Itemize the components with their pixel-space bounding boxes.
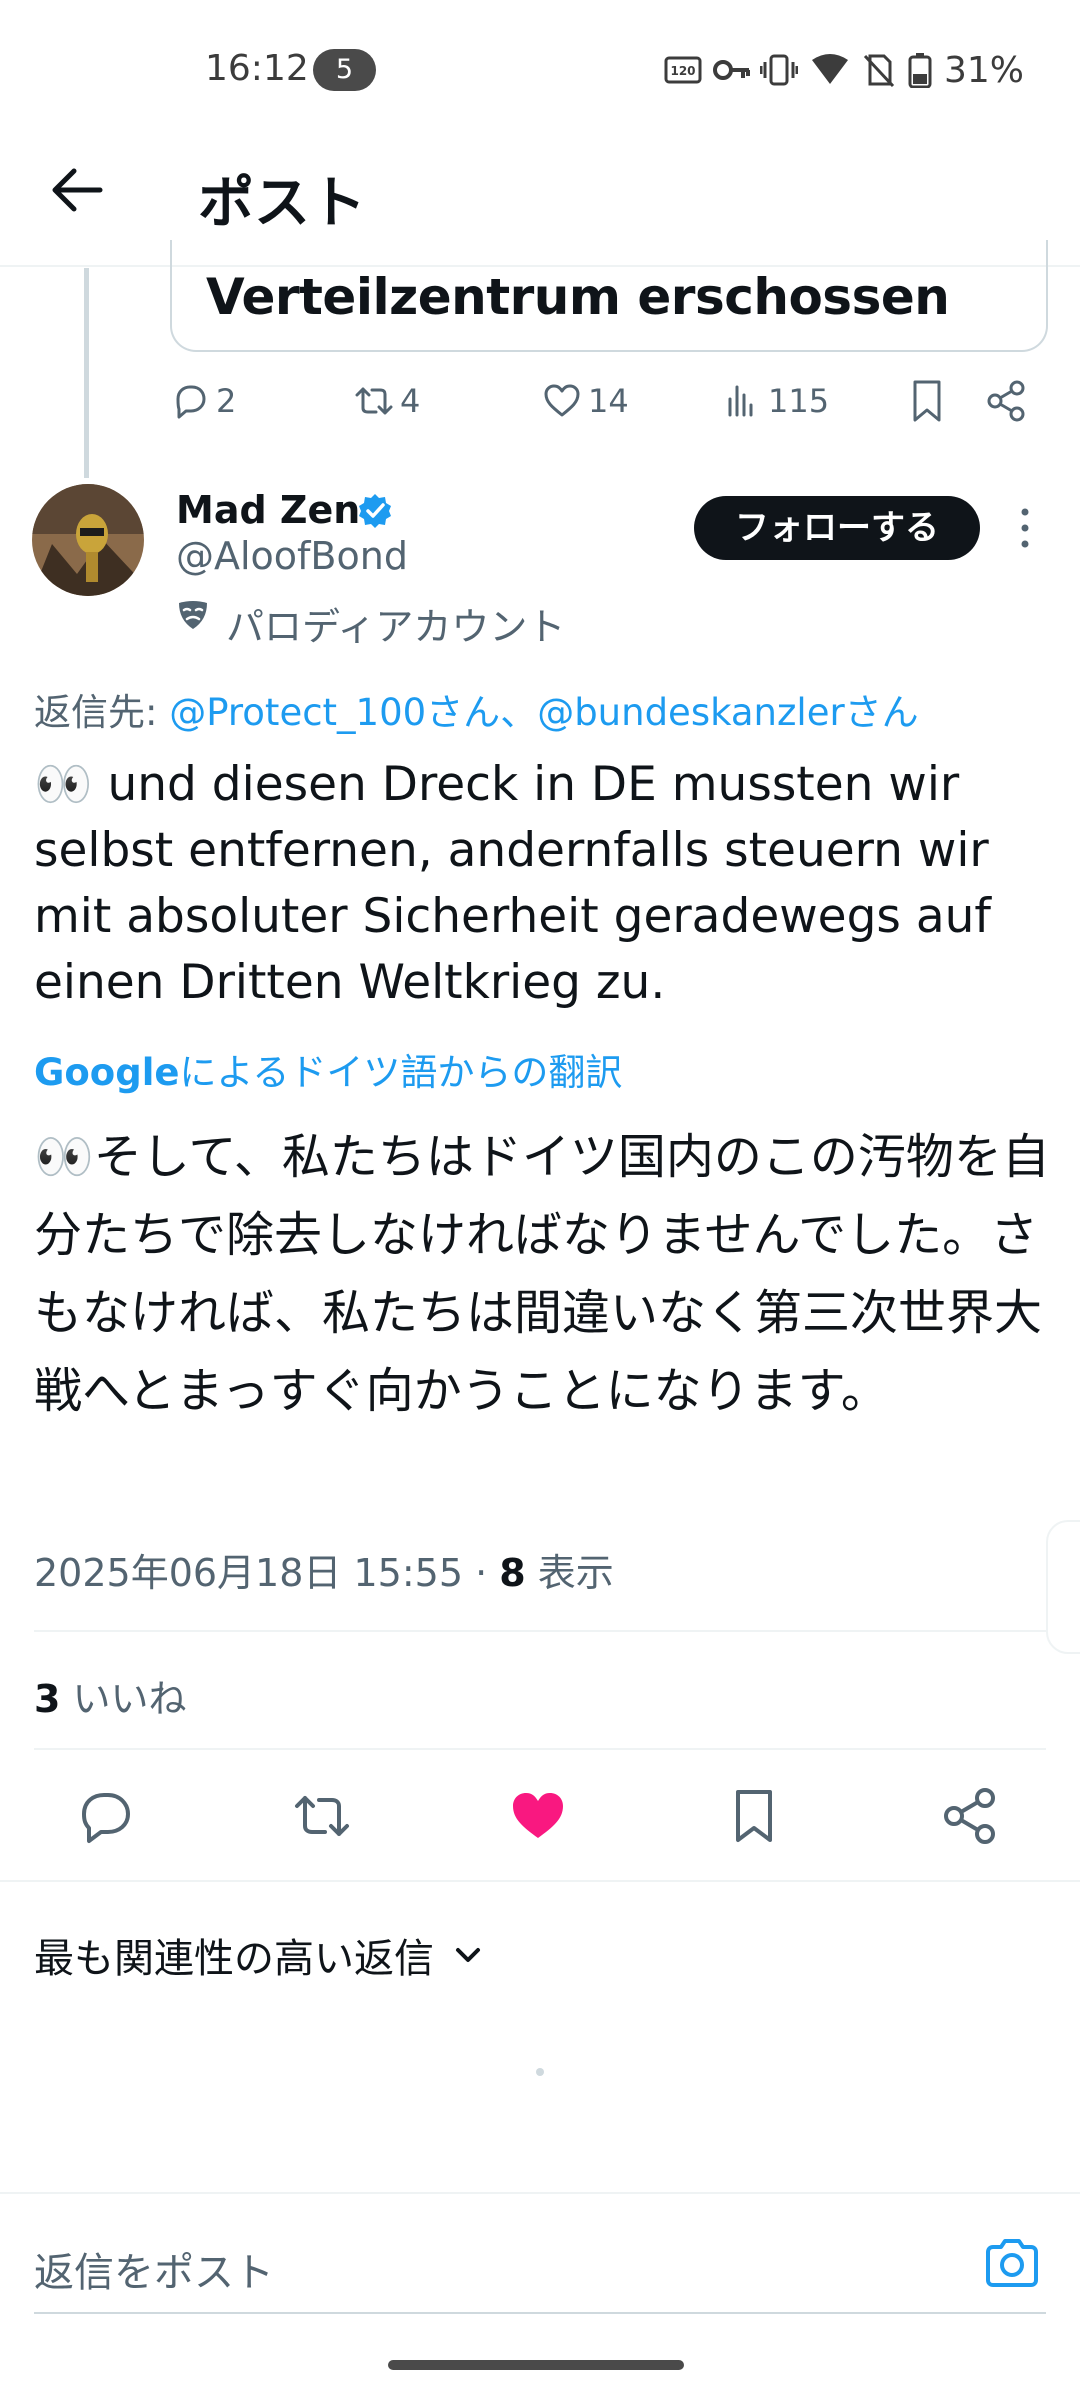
bookmark-button-icon[interactable]: [724, 1786, 784, 1846]
chevron-down-icon: [456, 1948, 480, 1962]
reply-input[interactable]: 返信をポスト: [34, 2240, 274, 2298]
replying-to-line: 返信先: @Protect_100さん、@bundeskanzlerさん: [34, 682, 919, 736]
previous-views-button[interactable]: 115: [722, 378, 829, 424]
battery-percent: 31%: [944, 50, 1025, 91]
status-time: 16:12: [205, 48, 309, 89]
tweet-text: 👀 und diesen Dreck in DE mussten wir sel…: [34, 757, 991, 1010]
likes-count: 3: [34, 1677, 61, 1721]
author-avatar[interactable]: [32, 484, 144, 596]
previous-share-icon[interactable]: [984, 378, 1028, 424]
follow-button[interactable]: フォローする: [694, 496, 980, 560]
thread-connector-line: [84, 268, 89, 478]
author-name[interactable]: Mad Zen: [176, 488, 360, 532]
likes-summary[interactable]: 3 いいね: [34, 1668, 187, 1723]
translation-attribution[interactable]: Googleによるドイツ語からの翻訳: [34, 1042, 622, 1096]
previous-reply-button[interactable]: 2: [170, 378, 236, 424]
replies-sort-dropdown[interactable]: 最も関連性の高い返信: [34, 1926, 486, 1984]
reply-input-underline: [34, 2312, 1046, 2314]
previous-views-count: 115: [768, 382, 830, 420]
previous-like-count: 14: [588, 382, 629, 420]
page-title: ポスト: [198, 171, 366, 236]
vibrate-icon: [760, 54, 798, 86]
google-logo-text: Google: [34, 1051, 180, 1094]
previous-reply-count: 2: [216, 382, 237, 420]
no-sim-icon: [863, 54, 895, 88]
liked-heart-icon[interactable]: [508, 1786, 568, 1846]
action-bar-divider: [0, 1880, 1080, 1882]
mention-link-protect[interactable]: @Protect_100さん: [169, 691, 500, 734]
parody-account-label: パロディアカウント: [226, 605, 566, 649]
svg-text:120: 120: [670, 64, 695, 78]
notification-count-badge: 5: [313, 49, 376, 91]
tweet-timestamp: 2025年06月18日 15:55 ·: [34, 1551, 500, 1595]
previous-like-button[interactable]: 14: [542, 378, 629, 424]
views-chart-icon: [728, 385, 753, 417]
verified-badge-icon[interactable]: [356, 492, 394, 530]
share-button-icon[interactable]: [940, 1786, 1000, 1846]
camera-icon[interactable]: [982, 2234, 1042, 2294]
battery-icon: [908, 53, 932, 88]
replying-to-prefix: 返信先:: [34, 691, 170, 734]
avatar-image: [32, 484, 144, 596]
likes-label: いいね: [60, 1677, 187, 1721]
translated-tweet-text: 👀そして、私たちはドイツ国内のこの汚物を自分たちで除去しなければなりませんでした…: [34, 1129, 1050, 1419]
views-count: 8: [499, 1551, 526, 1595]
previous-repost-button[interactable]: 4: [354, 378, 420, 424]
mention-link-bundeskanzler[interactable]: @bundeskanzlerさん: [537, 691, 919, 734]
stats-divider-bottom: [34, 1748, 1046, 1750]
reply-button-icon[interactable]: [76, 1786, 136, 1846]
replies-sort-label: 最も関連性の高い返信: [34, 1936, 434, 1982]
author-handle[interactable]: @AloofBond: [176, 534, 408, 578]
reply-icon: [176, 385, 206, 419]
more-options-icon[interactable]: [1010, 500, 1040, 556]
repost-icon: [355, 387, 393, 415]
tweet-timestamp-line: 2025年06月18日 15:55 · 8 表示: [34, 1542, 614, 1597]
parody-mask-icon: [179, 601, 207, 629]
back-arrow-icon[interactable]: [42, 155, 112, 225]
views-label: 表示: [525, 1551, 614, 1595]
vpn-key-icon: [713, 60, 750, 80]
stats-divider-top: [34, 1630, 1046, 1632]
mention-separator: 、: [500, 691, 538, 734]
previous-repost-count: 4: [400, 382, 421, 420]
loading-indicator: [536, 2068, 544, 2076]
previous-bookmark-icon[interactable]: [906, 378, 948, 424]
link-preview-headline: Verteilzentrum erschossen: [206, 268, 950, 326]
reply-bar-divider: [0, 2192, 1080, 2194]
wifi-icon: [812, 54, 848, 84]
heart-icon: [544, 384, 580, 417]
refresh-rate-icon: 120: [664, 56, 702, 84]
translation-label: によるドイツ語からの翻訳: [179, 1051, 623, 1094]
home-indicator[interactable]: [388, 2360, 684, 2370]
edge-panel-handle[interactable]: [1046, 1520, 1080, 1654]
repost-button-icon[interactable]: [292, 1786, 352, 1846]
